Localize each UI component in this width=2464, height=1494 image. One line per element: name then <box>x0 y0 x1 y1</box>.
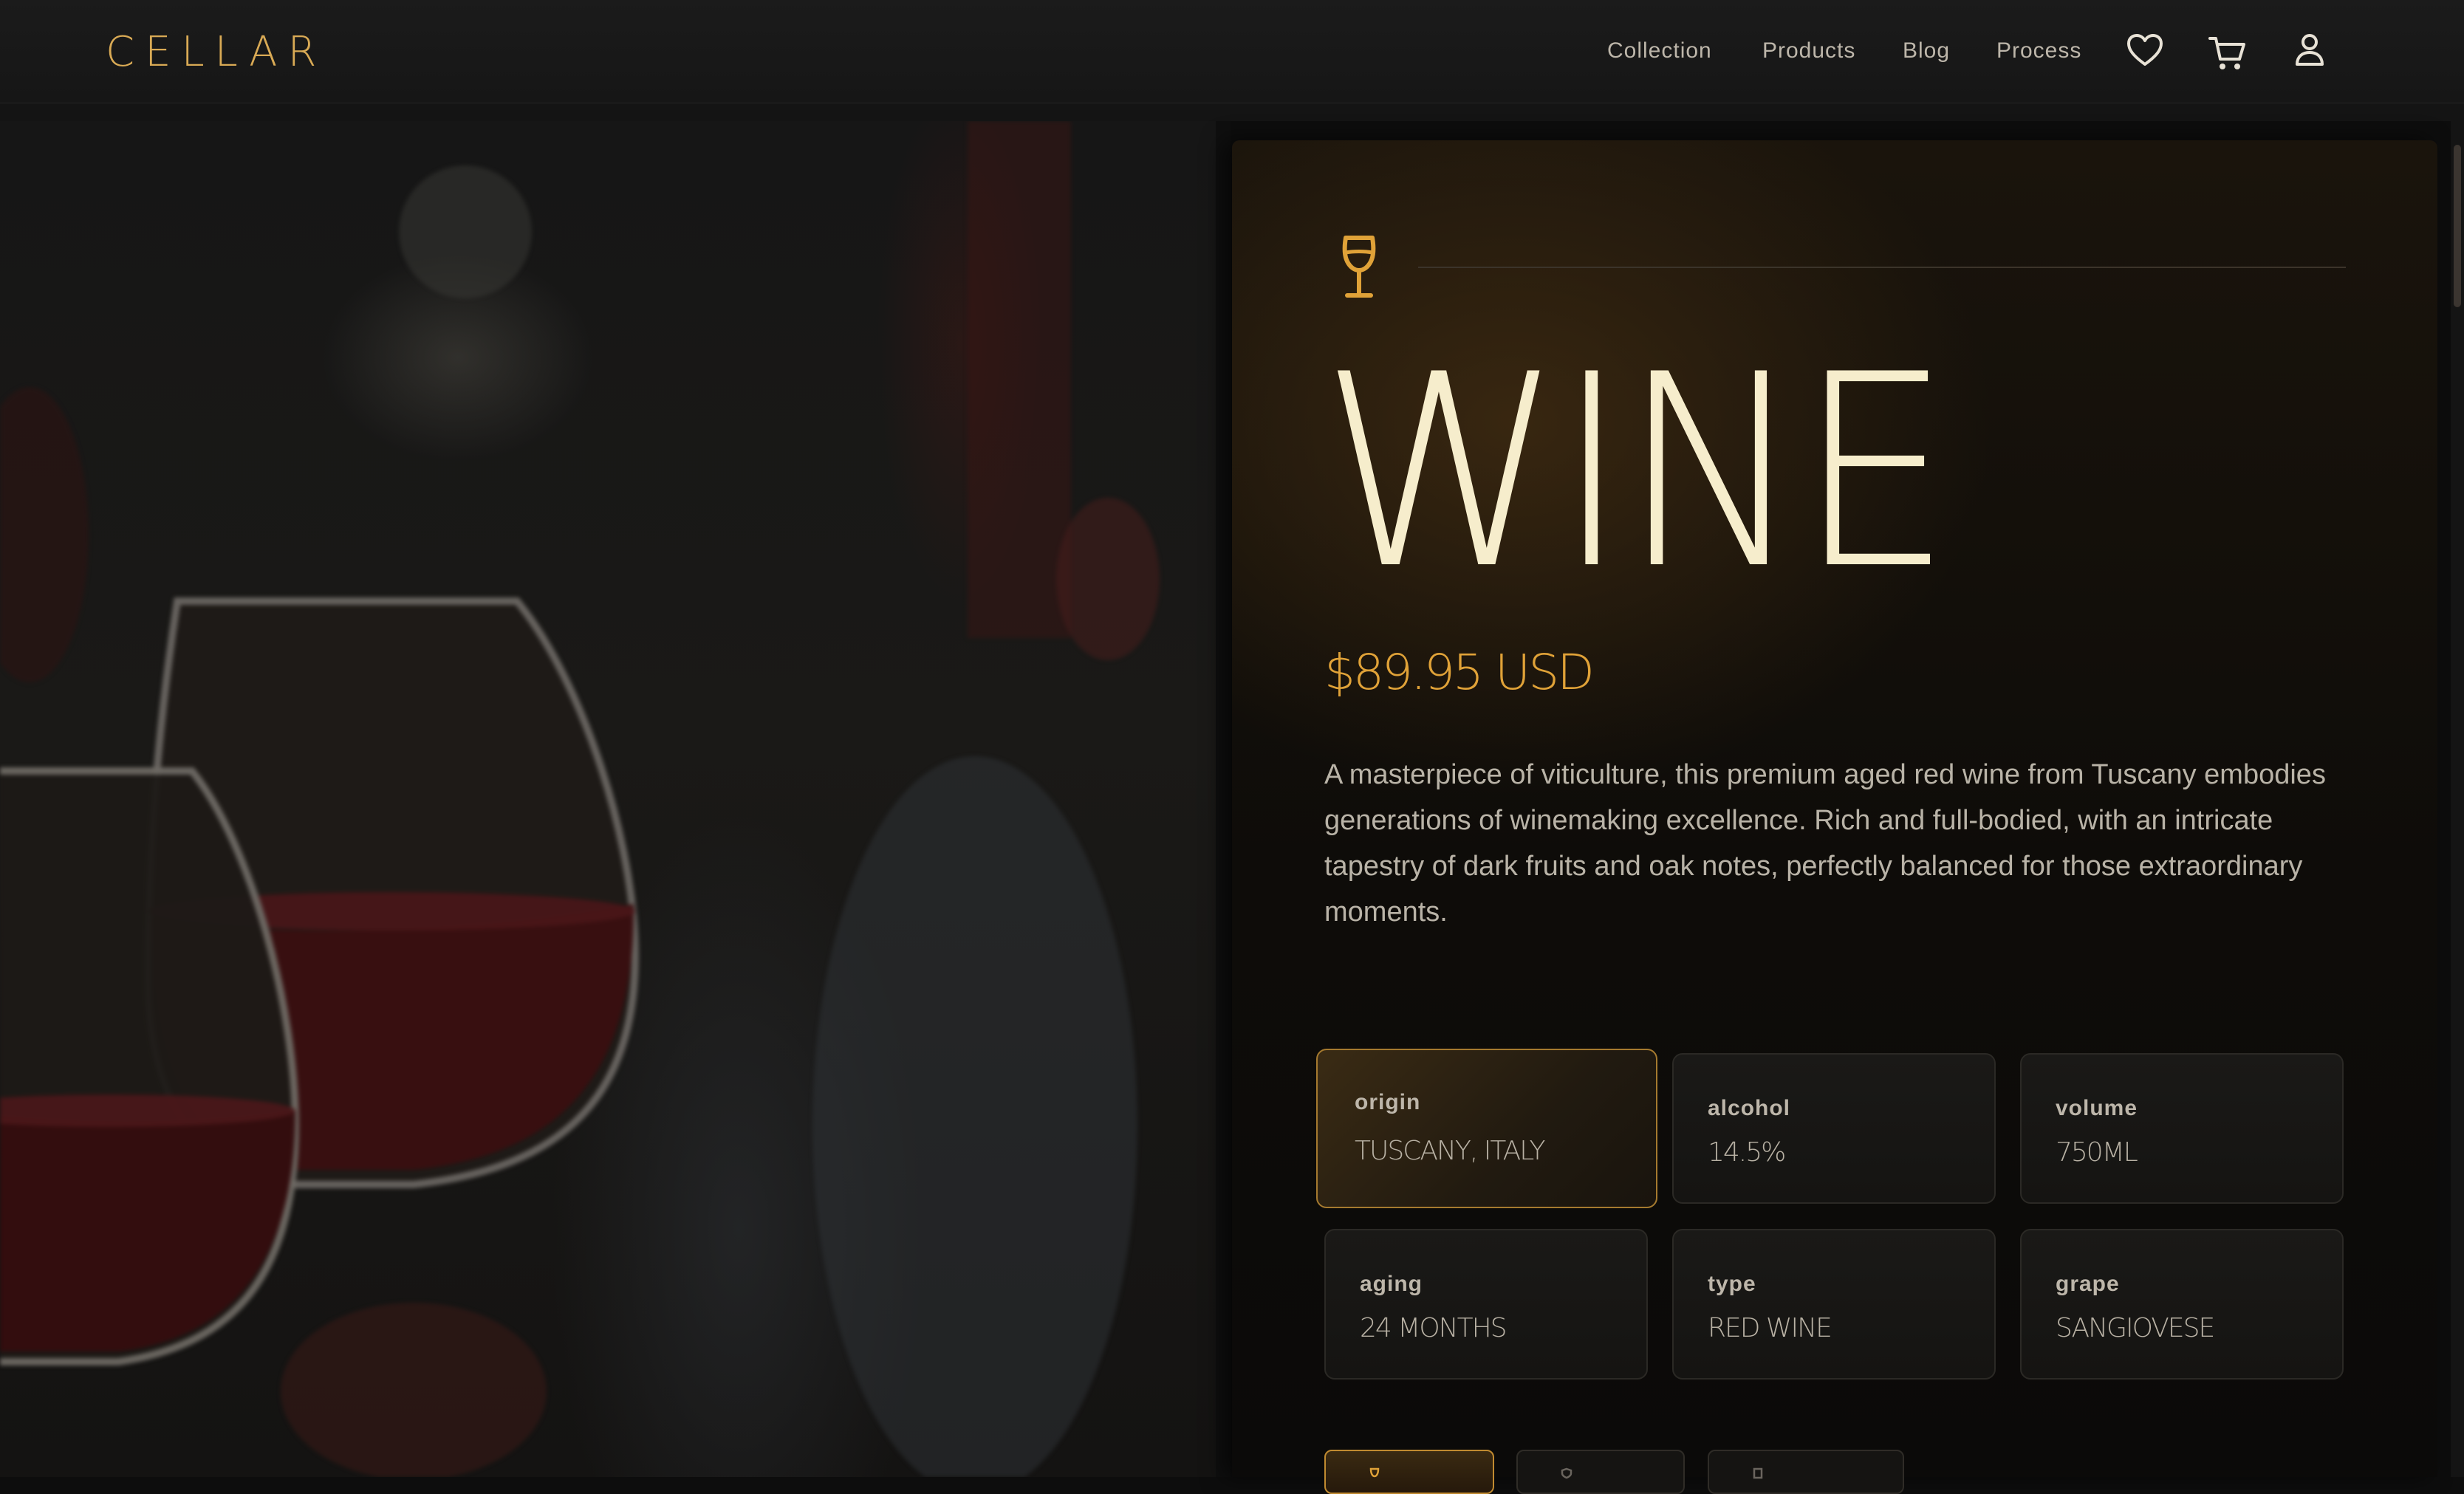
spec-label: type <box>1708 1272 1756 1296</box>
hero-divider <box>1216 121 1231 1477</box>
product-description: A masterpiece of viticulture, this premi… <box>1324 759 2326 928</box>
top-navbar: CELLAR Collection Products Blog Process <box>0 0 2464 103</box>
tab-shield[interactable] <box>1516 1450 1685 1494</box>
spec-label: volume <box>2056 1096 2138 1120</box>
spec-label: grape <box>2056 1272 2120 1296</box>
spec-value: RED WINE <box>1708 1313 1832 1343</box>
spec-card-aging[interactable]: aging 24 MONTHS <box>1324 1229 1648 1380</box>
spec-card-grape[interactable]: grape SANGIOVESE <box>2020 1229 2344 1380</box>
navbar-shadow-strip <box>0 103 2464 121</box>
document-icon <box>1753 1467 1763 1479</box>
nav-link-process[interactable]: Process <box>1996 38 2081 64</box>
nav-link-collection[interactable]: Collection <box>1607 38 1712 64</box>
product-title: WINE <box>1321 318 1952 627</box>
spec-card-alcohol[interactable]: alcohol 14.5% <box>1672 1053 1996 1204</box>
wine-glass-icon <box>1342 236 1376 298</box>
brand-logo[interactable]: CELLAR <box>106 28 326 76</box>
spec-value: 750ML <box>2056 1137 2138 1168</box>
spec-label: aging <box>1360 1272 1423 1296</box>
nav-link-blog[interactable]: Blog <box>1903 38 1950 64</box>
spec-label: origin <box>1355 1090 1421 1114</box>
cart-icon[interactable] <box>2207 32 2248 74</box>
spec-value: 14.5% <box>1708 1137 1786 1168</box>
spec-card-origin[interactable]: origin TUSCANY, ITALY <box>1316 1049 1657 1208</box>
header-rule <box>1418 267 2346 268</box>
tab-wine[interactable] <box>1324 1450 1494 1494</box>
scrollbar-thumb[interactable] <box>2454 145 2461 307</box>
tab-document[interactable] <box>1708 1450 1904 1494</box>
spec-value: SANGIOVESE <box>2056 1313 2215 1343</box>
shield-icon <box>1561 1467 1572 1479</box>
wine-glass-icon <box>1369 1467 1380 1478</box>
spec-value: TUSCANY, ITALY <box>1355 1136 1545 1166</box>
product-price: $89.95 USD <box>1324 644 1595 701</box>
hero-image <box>0 121 1217 1477</box>
spec-value: 24 MONTHS <box>1360 1313 1507 1343</box>
scrollbar-track[interactable] <box>2451 121 2464 1477</box>
heart-icon[interactable] <box>2124 30 2166 71</box>
spec-label: alcohol <box>1708 1096 1791 1120</box>
spec-card-type[interactable]: type RED WINE <box>1672 1229 1996 1380</box>
user-icon[interactable] <box>2289 30 2330 71</box>
nav-link-products[interactable]: Products <box>1762 38 1855 64</box>
wine-glasses-illustration <box>0 121 1160 1477</box>
spec-card-volume[interactable]: volume 750ML <box>2020 1053 2344 1204</box>
